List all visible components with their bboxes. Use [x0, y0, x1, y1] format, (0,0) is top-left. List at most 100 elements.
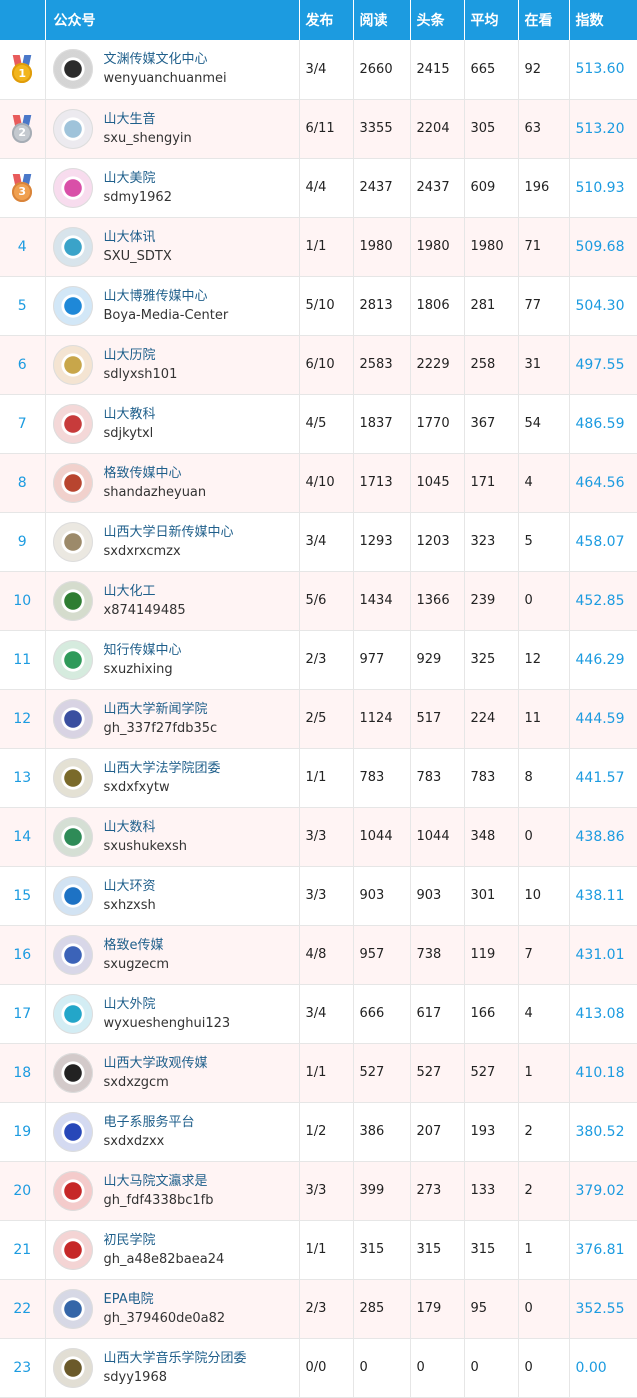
table-row[interactable]: 11 知行传媒中心 sxuzhixing 2/3 977 929 325 12 446.29 [0, 630, 637, 690]
account-cell[interactable]: 山大数科 sxushukexsh [45, 807, 300, 867]
table-row[interactable]: 20 山大马院文瀛求是 gh_fdf4338bc1fb 3/3 399 273 133 2 37… [0, 1161, 637, 1221]
account-cell[interactable]: 山大教科 sdjkytxl [45, 394, 300, 454]
account-name-link[interactable]: 山西大学新闻学院 [104, 700, 218, 719]
table-row[interactable]: 4 山大体讯 SXU_SDTX 1/1 1980 1980 1980 71 509.68 [0, 217, 637, 277]
account-cell[interactable]: 山大博雅传媒中心 Boya-Media-Center [45, 276, 300, 336]
account-name-link[interactable]: EPA电院 [104, 1290, 226, 1309]
account-name-link[interactable]: 山大数科 [104, 818, 188, 837]
account-cell[interactable]: 山大体讯 SXU_SDTX [45, 217, 300, 277]
account-name-link[interactable]: 山大环资 [104, 877, 156, 896]
account-cell[interactable]: 电子系服务平台 sxdxdzxx [45, 1102, 300, 1162]
table-row[interactable]: 7 山大教科 sdjkytxl 4/5 1837 1770 367 54 486.59 [0, 394, 637, 454]
table-row[interactable]: 22 EPA电院 gh_379460de0a82 2/3 285 179 95 0 352.55 [0, 1279, 637, 1339]
account-cell[interactable]: 格致e传媒 sxugzecm [45, 925, 300, 985]
avatar[interactable] [52, 1111, 93, 1152]
account-name-link[interactable]: 文渊传媒文化中心 [104, 50, 227, 69]
avatar[interactable] [52, 521, 93, 562]
account-cell[interactable]: 知行传媒中心 sxuzhixing [45, 630, 300, 690]
account-name-link[interactable]: 山大博雅传媒中心 [104, 287, 229, 306]
avatar[interactable] [52, 108, 93, 149]
account-cell[interactable]: 山大化工 x874149485 [45, 571, 300, 631]
account-cell[interactable]: 文渊传媒文化中心 wenyuanchuanmei [45, 40, 300, 100]
table-row[interactable]: 21 初民学院 gh_a48e82baea24 1/1 315 315 315 1 376.81 [0, 1220, 637, 1280]
account-name-link[interactable]: 山大历院 [104, 346, 178, 365]
account-name-link[interactable]: 知行传媒中心 [104, 641, 182, 660]
table-row[interactable]: 6 山大历院 sdlyxsh101 6/10 2583 2229 258 31 497.55 [0, 335, 637, 395]
account-cell[interactable]: 山大环资 sxhzxsh [45, 866, 300, 926]
account-name-link[interactable]: 山大教科 [104, 405, 156, 424]
avatar[interactable] [52, 1052, 93, 1093]
header-watching[interactable]: 在看 [518, 0, 570, 40]
account-cell[interactable]: 山大历院 sdlyxsh101 [45, 335, 300, 395]
table-row[interactable]: 19 电子系服务平台 sxdxdzxx 1/2 386 207 193 2 380.52 [0, 1102, 637, 1162]
avatar[interactable] [52, 1229, 93, 1270]
account-cell[interactable]: 格致传媒中心 shandazheyuan [45, 453, 300, 513]
table-row[interactable]: 12 山西大学新闻学院 gh_337f27fdb35c 2/5 1124 517 224 11… [0, 689, 637, 749]
table-row[interactable]: 9 山西大学日新传媒中心 sxdxrxcmzx 3/4 1293 1203 323 5 458.… [0, 512, 637, 572]
account-name-link[interactable]: 山西大学音乐学院分团委 [104, 1349, 247, 1368]
account-cell[interactable]: 山大生音 sxu_shengyin [45, 99, 300, 159]
table-row[interactable]: 13 山西大学法学院团委 sxdxfxytw 1/1 783 783 783 8 441.57 [0, 748, 637, 808]
avatar[interactable] [52, 1347, 93, 1388]
account-name-link[interactable]: 格致e传媒 [104, 936, 170, 955]
avatar[interactable] [52, 167, 93, 208]
account-name-link[interactable]: 格致传媒中心 [104, 464, 207, 483]
account-name-link[interactable]: 山大生音 [104, 110, 192, 129]
avatar[interactable] [52, 344, 93, 385]
table-row[interactable]: 2 山大生音 sxu_shengyin 6/11 3355 2204 305 63 513.20 [0, 99, 637, 159]
account-cell[interactable]: 山西大学法学院团委 sxdxfxytw [45, 748, 300, 808]
account-cell[interactable]: 山西大学日新传媒中心 sxdxrxcmzx [45, 512, 300, 572]
avatar[interactable] [52, 875, 93, 916]
table-row[interactable]: 15 山大环资 sxhzxsh 3/3 903 903 301 10 438.11 [0, 866, 637, 926]
avatar[interactable] [52, 285, 93, 326]
account-name-link[interactable]: 山西大学政观传媒 [104, 1054, 208, 1073]
account-cell[interactable]: EPA电院 gh_379460de0a82 [45, 1279, 300, 1339]
account-cell[interactable]: 山西大学政观传媒 sxdxzgcm [45, 1043, 300, 1103]
table-row[interactable]: 14 山大数科 sxushukexsh 3/3 1044 1044 348 0 438.86 [0, 807, 637, 867]
header-index[interactable]: 指数 [569, 0, 637, 40]
account-cell[interactable]: 山大美院 sdmy1962 [45, 158, 300, 218]
account-name-link[interactable]: 山大体讯 [104, 228, 172, 247]
account-name-link[interactable]: 山大化工 [104, 582, 186, 601]
table-row[interactable]: 23 山西大学音乐学院分团委 sdyy1968 0/0 0 0 0 0 0.00 [0, 1338, 637, 1398]
table-row[interactable]: 17 山大外院 wyxueshenghui123 3/4 666 617 166 4 413.0… [0, 984, 637, 1044]
table-row[interactable]: 16 格致e传媒 sxugzecm 4/8 957 738 119 7 431.01 [0, 925, 637, 985]
account-name-link[interactable]: 山大外院 [104, 995, 231, 1014]
account-cell[interactable]: 山大外院 wyxueshenghui123 [45, 984, 300, 1044]
account-name-link[interactable]: 电子系服务平台 [104, 1113, 195, 1132]
table-row[interactable]: 10 山大化工 x874149485 5/6 1434 1366 239 0 452.85 [0, 571, 637, 631]
avatar[interactable] [52, 639, 93, 680]
account-cell[interactable]: 初民学院 gh_a48e82baea24 [45, 1220, 300, 1280]
avatar[interactable] [52, 816, 93, 857]
header-reads[interactable]: 阅读 [353, 0, 411, 40]
avatar[interactable] [52, 757, 93, 798]
header-headline[interactable]: 头条 [410, 0, 465, 40]
account-name-link[interactable]: 初民学院 [104, 1231, 225, 1250]
account-cell[interactable]: 山西大学新闻学院 gh_337f27fdb35c [45, 689, 300, 749]
header-account[interactable]: 公众号 [45, 0, 300, 40]
avatar[interactable] [52, 1288, 93, 1329]
avatar[interactable] [52, 993, 93, 1034]
table-row[interactable]: 18 山西大学政观传媒 sxdxzgcm 1/1 527 527 527 1 410.18 [0, 1043, 637, 1103]
avatar[interactable] [52, 698, 93, 739]
avatar[interactable] [52, 403, 93, 444]
account-name-link[interactable]: 山西大学法学院团委 [104, 759, 221, 778]
avatar[interactable] [52, 49, 93, 90]
account-name-link[interactable]: 山西大学日新传媒中心 [104, 523, 234, 542]
table-row[interactable]: 3 山大美院 sdmy1962 4/4 2437 2437 609 196 510.93 [0, 158, 637, 218]
avatar[interactable] [52, 580, 93, 621]
table-row[interactable]: 5 山大博雅传媒中心 Boya-Media-Center 5/10 2813 1806 28… [0, 276, 637, 336]
table-row[interactable]: 8 格致传媒中心 shandazheyuan 4/10 1713 1045 171 4 464.… [0, 453, 637, 513]
avatar[interactable] [52, 226, 93, 267]
header-average[interactable]: 平均 [464, 0, 519, 40]
avatar[interactable] [52, 462, 93, 503]
table-row[interactable]: 1 文渊传媒文化中心 wenyuanchuanmei 3/4 2660 2415 665 92… [0, 40, 637, 100]
avatar[interactable] [52, 934, 93, 975]
avatar[interactable] [52, 1170, 93, 1211]
header-publish[interactable]: 发布 [299, 0, 354, 40]
account-cell[interactable]: 山大马院文瀛求是 gh_fdf4338bc1fb [45, 1161, 300, 1221]
account-name-link[interactable]: 山大马院文瀛求是 [104, 1172, 214, 1191]
account-name-link[interactable]: 山大美院 [104, 169, 172, 188]
account-cell[interactable]: 山西大学音乐学院分团委 sdyy1968 [45, 1338, 300, 1398]
rank-cell: 10 [0, 571, 46, 631]
